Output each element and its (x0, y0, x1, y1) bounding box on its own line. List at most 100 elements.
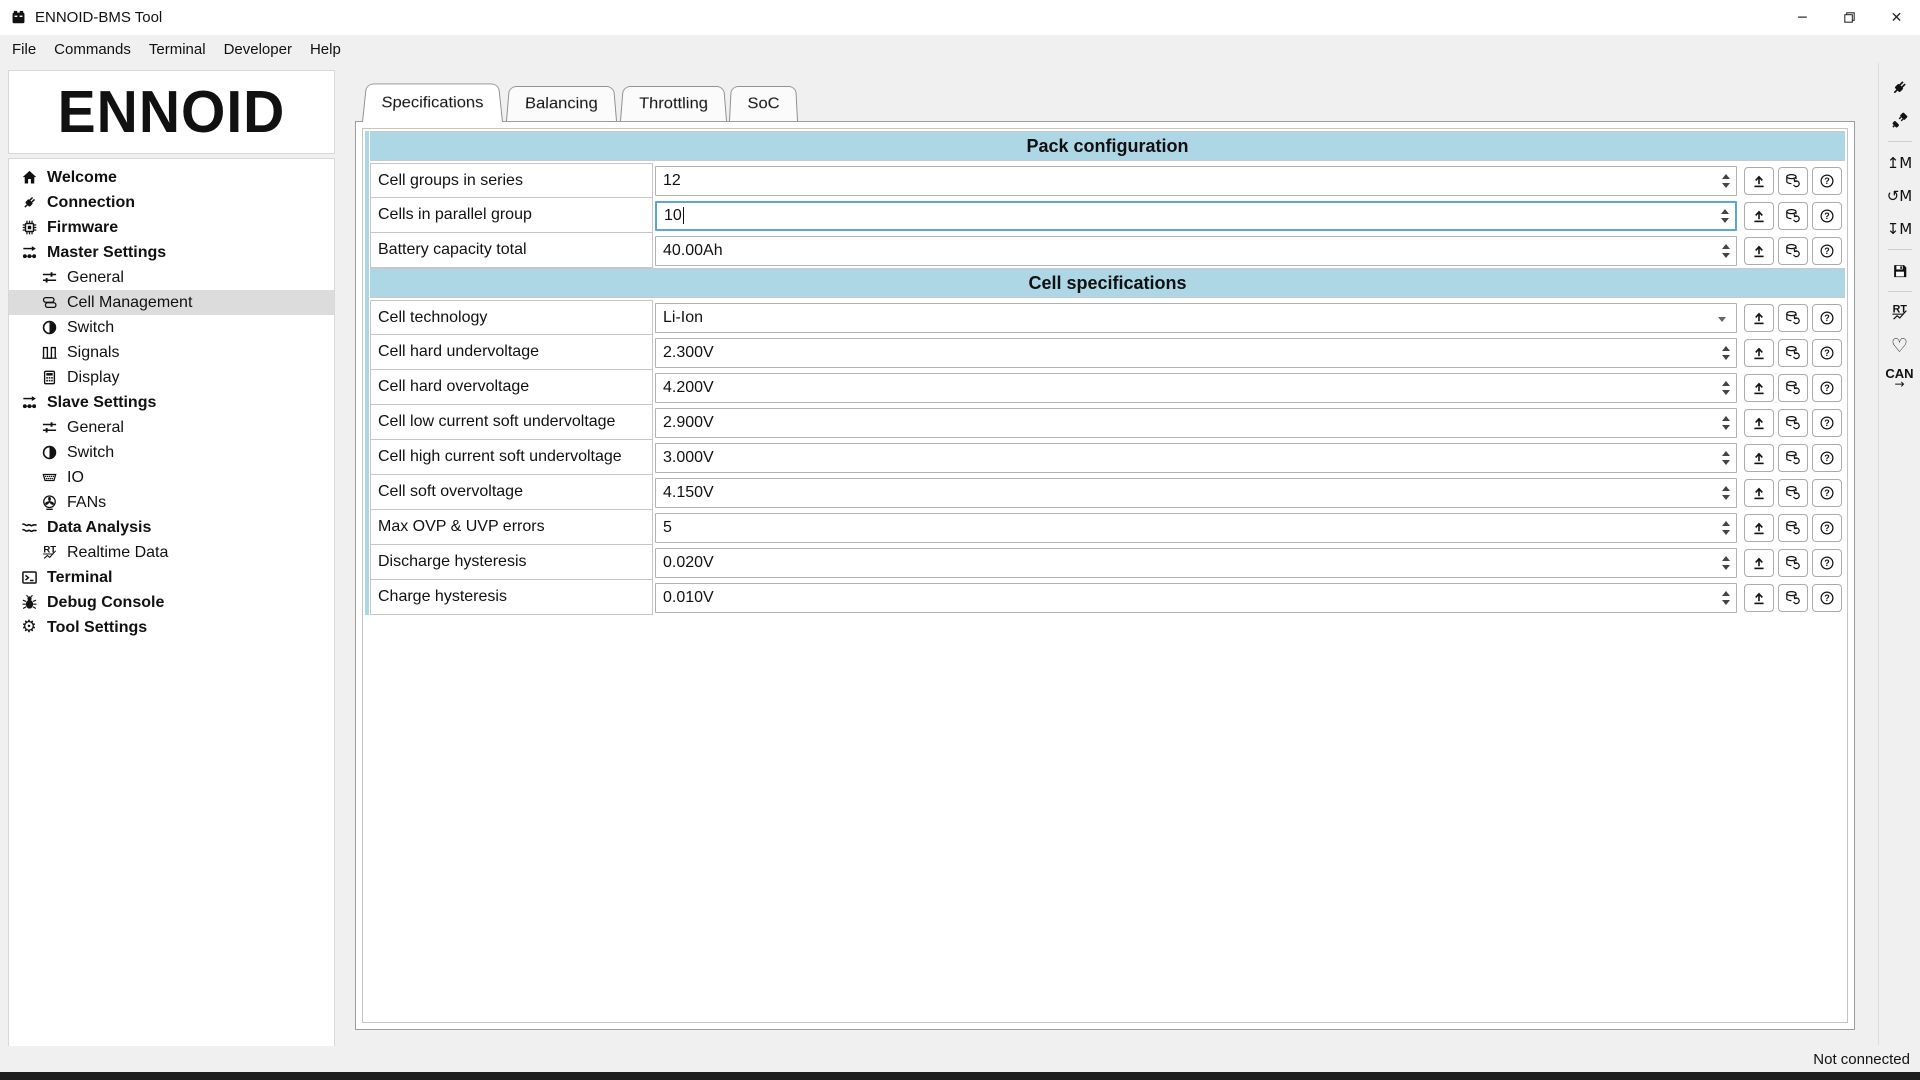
menu-help[interactable]: Help (301, 38, 350, 61)
cell-hard-overvoltage-input[interactable]: 4.200V (655, 373, 1737, 403)
spin-down-icon[interactable] (1722, 600, 1730, 605)
spin-up-icon[interactable] (1722, 244, 1730, 249)
menu-file[interactable]: File (3, 38, 45, 61)
spinner[interactable] (1720, 549, 1732, 577)
restore-default-button[interactable] (1778, 549, 1808, 577)
help-button[interactable] (1812, 167, 1842, 195)
spinner[interactable] (1720, 374, 1732, 402)
max-ovp-uvp-errors-input[interactable]: 5 (655, 513, 1737, 543)
sidebar-item-slave-general[interactable]: General (9, 415, 334, 440)
tab-soc[interactable]: SoC (729, 86, 798, 121)
restore-default-button[interactable] (1778, 479, 1808, 507)
spinner[interactable] (1720, 339, 1732, 367)
write-value-button[interactable] (1744, 374, 1774, 402)
spin-up-icon[interactable] (1722, 416, 1730, 421)
write-value-button[interactable] (1744, 409, 1774, 437)
sidebar-item-connection[interactable]: Connection (9, 190, 334, 215)
refresh-memory-button[interactable]: ↺M (1887, 182, 1913, 209)
spin-up-icon[interactable] (1722, 486, 1730, 491)
spinner[interactable] (1719, 203, 1731, 229)
sidebar-item-slave-settings[interactable]: Slave Settings (9, 390, 334, 415)
write-value-button[interactable] (1744, 549, 1774, 577)
favorite-button[interactable]: ♡ (1891, 332, 1908, 359)
sidebar-item-debug-console[interactable]: Debug Console (9, 590, 334, 615)
write-memory-button[interactable]: ↧M (1887, 215, 1913, 242)
sidebar-item-realtime-data[interactable]: Realtime Data (9, 540, 334, 565)
sidebar-item-display[interactable]: Display (9, 365, 334, 390)
write-value-button[interactable] (1744, 339, 1774, 367)
help-button[interactable] (1812, 444, 1842, 472)
menu-terminal[interactable]: Terminal (140, 38, 215, 61)
help-button[interactable] (1812, 549, 1842, 577)
spinner[interactable] (1720, 167, 1732, 195)
spin-up-icon[interactable] (1722, 451, 1730, 456)
spin-down-icon[interactable] (1722, 183, 1730, 188)
help-button[interactable] (1812, 514, 1842, 542)
disconnect-button[interactable] (1890, 107, 1909, 134)
restore-default-button[interactable] (1778, 339, 1808, 367)
tab-throttling[interactable]: Throttling (620, 86, 727, 121)
spinner[interactable] (1720, 409, 1732, 437)
spin-down-icon[interactable] (1722, 355, 1730, 360)
tab-specifications[interactable]: Specifications (362, 83, 503, 122)
sidebar-item-terminal[interactable]: Terminal (9, 565, 334, 590)
write-value-button[interactable] (1744, 304, 1774, 332)
spin-up-icon[interactable] (1722, 381, 1730, 386)
write-value-button[interactable] (1744, 514, 1774, 542)
sidebar-item-signals[interactable]: Signals (9, 340, 334, 365)
read-memory-button[interactable]: ↥M (1887, 149, 1913, 176)
spin-up-icon[interactable] (1722, 521, 1730, 526)
spin-up-icon[interactable] (1722, 346, 1730, 351)
sidebar-item-master-settings[interactable]: Master Settings (9, 240, 334, 265)
cell-hard-undervoltage-input[interactable]: 2.300V (655, 338, 1737, 368)
close-button[interactable]: ✕ (1873, 0, 1920, 35)
spin-down-icon[interactable] (1722, 495, 1730, 500)
help-button[interactable] (1812, 409, 1842, 437)
restore-default-button[interactable] (1778, 514, 1808, 542)
spinner[interactable] (1720, 444, 1732, 472)
help-button[interactable] (1812, 339, 1842, 367)
cell-groups-in-series-input[interactable]: 12 (655, 166, 1737, 196)
sidebar-item-tool-settings[interactable]: ⚙Tool Settings (9, 615, 334, 640)
help-button[interactable] (1812, 304, 1842, 332)
save-button[interactable] (1891, 257, 1909, 284)
sidebar-item-data-analysis[interactable]: Data Analysis (9, 515, 334, 540)
restore-default-button[interactable] (1778, 444, 1808, 472)
spin-down-icon[interactable] (1722, 530, 1730, 535)
realtime-data-button[interactable] (1890, 299, 1909, 326)
cell-soft-overvoltage-input[interactable]: 4.150V (655, 478, 1737, 508)
spin-down-icon[interactable] (1721, 218, 1729, 223)
spin-down-icon[interactable] (1722, 565, 1730, 570)
sidebar-item-io[interactable]: IO (9, 465, 334, 490)
sidebar-item-master-general[interactable]: General (9, 265, 334, 290)
write-value-button[interactable] (1744, 167, 1774, 195)
spin-up-icon[interactable] (1722, 556, 1730, 561)
sidebar-item-welcome[interactable]: Welcome (9, 165, 334, 190)
menu-commands[interactable]: Commands (45, 38, 140, 61)
write-value-button[interactable] (1744, 202, 1774, 230)
restore-default-button[interactable] (1778, 167, 1808, 195)
help-button[interactable] (1812, 479, 1842, 507)
help-button[interactable] (1812, 584, 1842, 612)
spinner[interactable] (1720, 479, 1732, 507)
help-button[interactable] (1812, 374, 1842, 402)
cell-high-current-soft-undervoltage-input[interactable]: 3.000V (655, 443, 1737, 473)
cell-technology-select[interactable]: Li-Ion (655, 303, 1737, 333)
restore-button[interactable] (1826, 0, 1873, 35)
spin-down-icon[interactable] (1722, 425, 1730, 430)
sidebar-item-cell-management[interactable]: Cell Management (9, 290, 334, 315)
cells-in-parallel-group-input[interactable]: 10 (655, 201, 1737, 231)
can-bus-button[interactable]: CAN → (1885, 365, 1913, 392)
sidebar-item-fans[interactable]: FANs (9, 490, 334, 515)
battery-capacity-total-input[interactable]: 40.00Ah (655, 236, 1737, 266)
restore-default-button[interactable] (1778, 374, 1808, 402)
spinner[interactable] (1720, 514, 1732, 542)
spinner[interactable] (1720, 584, 1732, 612)
write-value-button[interactable] (1744, 584, 1774, 612)
write-value-button[interactable] (1744, 444, 1774, 472)
spin-down-icon[interactable] (1722, 253, 1730, 258)
spin-down-icon[interactable] (1722, 460, 1730, 465)
restore-default-button[interactable] (1778, 304, 1808, 332)
spin-up-icon[interactable] (1722, 591, 1730, 596)
write-value-button[interactable] (1744, 237, 1774, 265)
